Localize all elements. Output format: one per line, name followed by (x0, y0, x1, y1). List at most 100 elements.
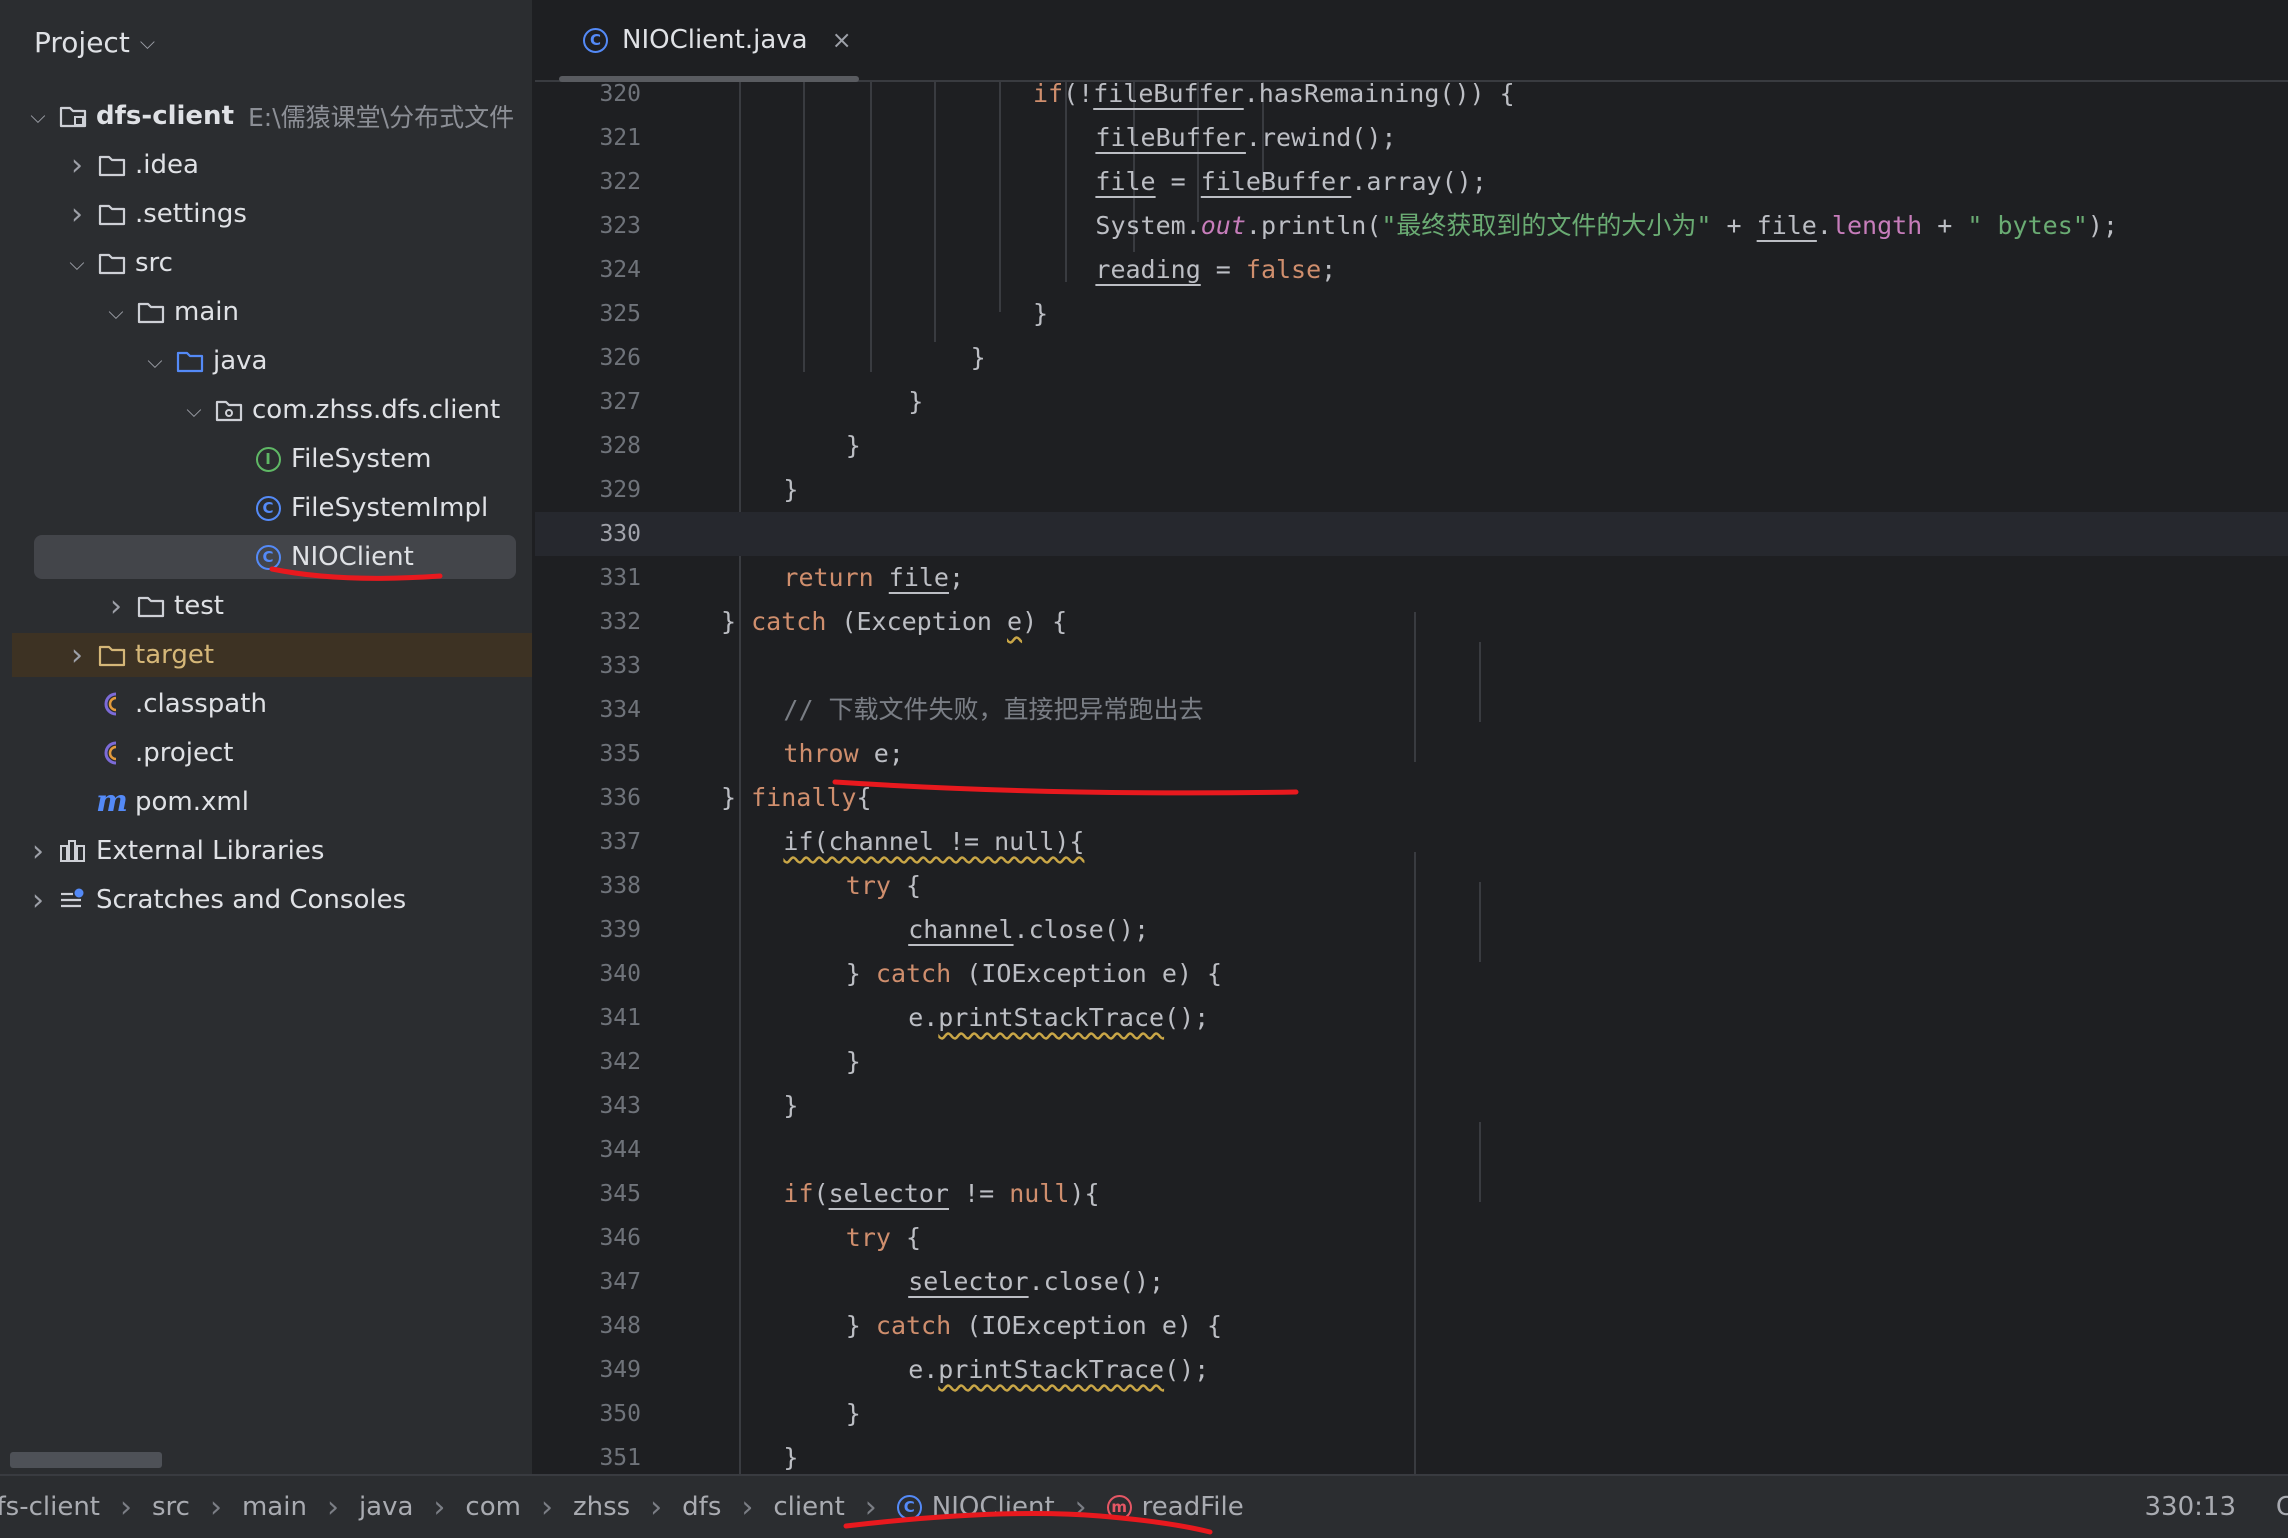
tab-nioclient-java[interactable]: C NIOClient.java × (559, 0, 1371, 82)
tree-item-test[interactable]: › test (12, 584, 518, 628)
code-line[interactable]: } catch (IOException e) { (535, 952, 2288, 996)
chevron-right-icon[interactable]: › (24, 834, 52, 869)
tree-item-scratches-and-consoles[interactable]: › Scratches and Consoles (12, 878, 518, 922)
tree-item-dfs-client[interactable]: ⌵ dfs-client E:\儒猿课堂\分布式文件 (12, 94, 518, 138)
code-line[interactable]: } finally{ (535, 776, 2288, 820)
chevron-right-icon[interactable]: › (63, 197, 91, 232)
code-token: } (845, 1399, 861, 1428)
tree-item-idea[interactable]: › .idea (12, 143, 518, 187)
tree-item-main[interactable]: ⌵ main (12, 290, 518, 334)
code-line[interactable]: } (535, 336, 2288, 380)
code-line[interactable]: } (535, 1084, 2288, 1128)
tree-item-external-libraries[interactable]: › External Libraries (12, 829, 518, 873)
code-line[interactable]: } (535, 1392, 2288, 1436)
tree-item-nioclient[interactable]: C NIOClient (34, 535, 516, 579)
breadcrumb-item-java[interactable]: java (359, 1492, 413, 1522)
code-token: (IOException e) { (951, 959, 1223, 988)
chevron-down-icon[interactable]: ⌵ (102, 300, 130, 324)
horizontal-scrollbar[interactable] (10, 1452, 162, 1468)
line-number: 335 (599, 741, 641, 767)
tree-item-label: .project (135, 738, 234, 768)
line-number: 324 (599, 257, 641, 283)
code-line[interactable]: try { (535, 1216, 2288, 1260)
line-number: 348 (599, 1313, 641, 1339)
code-line[interactable]: } catch (Exception e) { (535, 600, 2288, 644)
code-line[interactable]: // 下载文件失败，直接把异常跑出去 (535, 688, 2288, 732)
code-line[interactable] (535, 512, 2288, 556)
code-line[interactable]: return file; (535, 556, 2288, 600)
breadcrumb-item-readfile[interactable]: m readFile (1106, 1492, 1244, 1522)
breadcrumb-item-nioclient[interactable]: C NIOClient (896, 1492, 1055, 1522)
code-line[interactable]: e.printStackTrace(); (535, 996, 2288, 1040)
tree-item-com-zhss-dfs-client[interactable]: ⌵ com.zhss.dfs.client (12, 388, 518, 432)
code-line[interactable]: throw e; (535, 732, 2288, 776)
chevron-right-icon[interactable]: › (24, 883, 52, 918)
chevron-right-icon: › (540, 1489, 553, 1525)
code-text: return file; (783, 556, 964, 600)
breadcrumb-item-src[interactable]: src (152, 1492, 190, 1522)
code-line[interactable]: file = fileBuffer.array(); (535, 160, 2288, 204)
tree-item-filesystemimpl[interactable]: C FileSystemImpl (12, 486, 518, 530)
code-line[interactable]: e.printStackTrace(); (535, 1348, 2288, 1392)
code-token: ){ (1069, 1179, 1100, 1208)
code-token: return (783, 563, 874, 592)
tree-item-java[interactable]: ⌵ java (12, 339, 518, 383)
code-line[interactable]: selector.close(); (535, 1260, 2288, 1304)
breadcrumb-item-client[interactable]: client (773, 1492, 844, 1522)
line-number: 328 (599, 433, 641, 459)
code-token: . (1816, 211, 1832, 240)
code-token: ; (948, 563, 965, 592)
code-line[interactable] (535, 644, 2288, 688)
chevron-down-icon[interactable]: ⌵ (141, 349, 169, 373)
tree-item-classpath[interactable]: .classpath (12, 682, 518, 726)
code-line[interactable]: } (535, 1436, 2288, 1474)
breadcrumb-item-dfs-client[interactable]: dfs-client (0, 1492, 100, 1522)
chevron-down-icon[interactable]: ⌵ (63, 251, 91, 275)
code-line[interactable] (535, 1128, 2288, 1172)
code-line[interactable]: fileBuffer.rewind(); (535, 116, 2288, 160)
code-line[interactable]: } catch (IOException e) { (535, 1304, 2288, 1348)
project-view-selector[interactable]: Project ⌵ (34, 20, 155, 64)
tree-item-target[interactable]: › target (12, 633, 532, 677)
code-editor[interactable]: if(!fileBuffer.hasRemaining()) {fileBuff… (535, 82, 2288, 1474)
breadcrumb-item-com[interactable]: com (465, 1492, 521, 1522)
line-number: 351 (599, 1445, 641, 1471)
code-line[interactable]: } (535, 380, 2288, 424)
line-number: 333 (599, 653, 641, 679)
cursor-position[interactable]: 330:13 (2145, 1476, 2236, 1538)
code-line[interactable]: if(!fileBuffer.hasRemaining()) { (535, 82, 2288, 116)
code-line[interactable]: if(selector != null){ (535, 1172, 2288, 1216)
code-line[interactable]: } (535, 424, 2288, 468)
code-line[interactable]: } (535, 292, 2288, 336)
status-widget-truncated[interactable]: C (2276, 1476, 2288, 1538)
code-line[interactable]: } (535, 468, 2288, 512)
chevron-right-icon[interactable]: › (63, 638, 91, 673)
chevron-right-icon[interactable]: › (63, 148, 91, 183)
code-line[interactable]: channel.close(); (535, 908, 2288, 952)
line-number: 350 (599, 1401, 641, 1427)
close-icon[interactable]: × (832, 26, 852, 54)
tree-item-project[interactable]: .project (12, 731, 518, 775)
chevron-right-icon[interactable]: › (102, 589, 130, 624)
breadcrumb-item-dfs[interactable]: dfs (682, 1492, 721, 1522)
tree-item-pom-xml[interactable]: m pom.xml (12, 780, 518, 824)
code-line[interactable]: reading = false; (535, 248, 2288, 292)
code-line[interactable]: try { (535, 864, 2288, 908)
source-folder-icon (175, 346, 205, 376)
line-number: 329 (599, 477, 641, 503)
code-line[interactable]: if(channel != null){ (535, 820, 2288, 864)
tree-item-filesystem[interactable]: I FileSystem (12, 437, 518, 481)
tree-item-settings[interactable]: › .settings (12, 192, 518, 236)
code-line[interactable]: } (535, 1040, 2288, 1084)
chevron-down-icon[interactable]: ⌵ (180, 398, 208, 422)
tab-label: NIOClient.java (622, 25, 808, 55)
code-token: { (890, 871, 922, 900)
breadcrumb-item-main[interactable]: main (242, 1492, 307, 1522)
folder-icon (136, 297, 166, 327)
project-tool-window: Project ⌵ ⌵ dfs-client E:\儒猿课堂\分布式文件 › .idea… (0, 0, 532, 1474)
code-line[interactable]: System.out.println("最终获取到的文件的大小为" + file… (535, 204, 2288, 248)
breadcrumb-item-zhss[interactable]: zhss (573, 1492, 630, 1522)
code-token: } (783, 1443, 799, 1472)
tree-item-src[interactable]: ⌵ src (12, 241, 518, 285)
chevron-down-icon[interactable]: ⌵ (24, 104, 52, 128)
